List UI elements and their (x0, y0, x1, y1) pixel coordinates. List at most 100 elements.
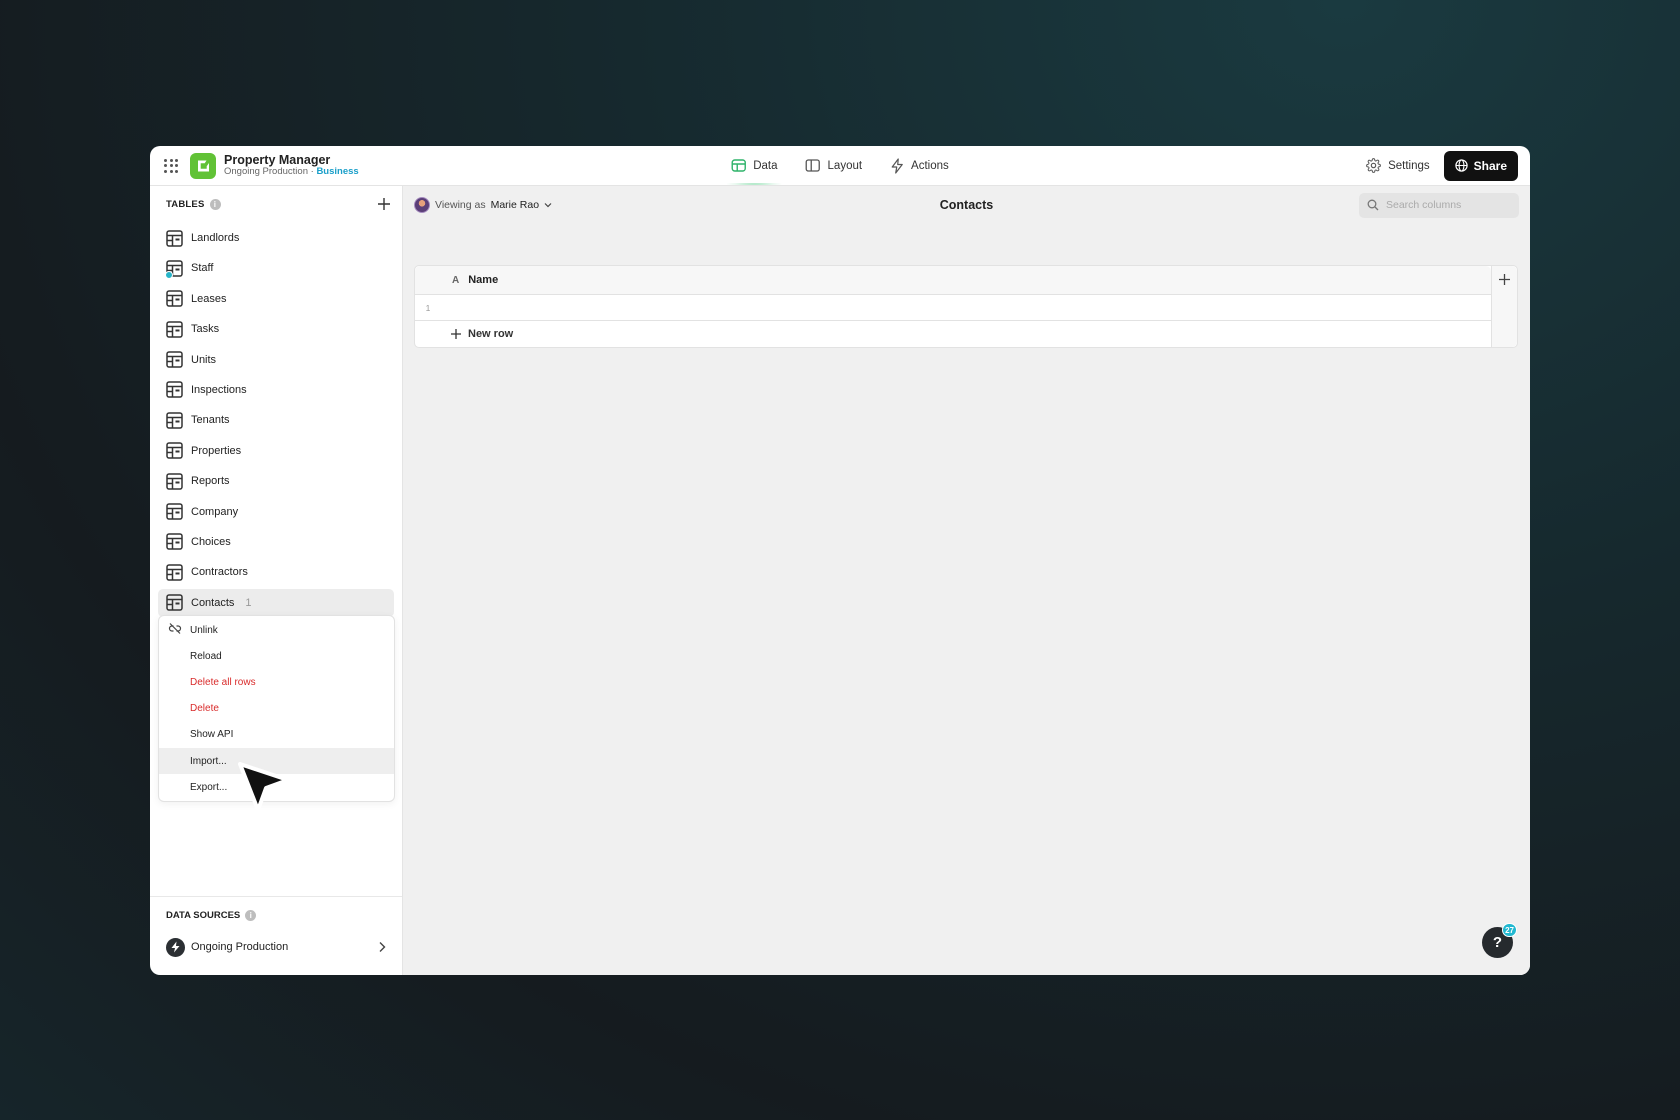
app-name: Property Manager (224, 152, 331, 167)
tab-data[interactable]: Data (725, 146, 784, 185)
menu-item-label: Show API (190, 729, 234, 741)
tables-header: TABLES i (150, 186, 402, 222)
table-icon (166, 351, 183, 368)
share-label: Share (1473, 158, 1507, 173)
top-right-controls: Settings Share (1366, 150, 1518, 181)
sidebar-item-choices[interactable]: Choices (158, 528, 394, 556)
sidebar: TABLES i Landlords Staff Leases Tasks Units I… (150, 186, 403, 975)
menu-item-delete-all-rows[interactable]: Delete all rows (159, 669, 394, 695)
app-body: TABLES i Landlords Staff Leases Tasks Units I… (150, 186, 1530, 975)
sidebar-item-inspections[interactable]: Inspections (158, 376, 394, 404)
sidebar-item-reports[interactable]: Reports (158, 467, 394, 495)
app-title: Property Manager Ongoing Production · Bu… (224, 153, 359, 178)
menu-item-label: Import... (190, 755, 227, 767)
viewing-user: Marie Rao (490, 199, 540, 211)
tab-data-label: Data (753, 159, 778, 172)
tab-actions[interactable]: Actions (890, 146, 949, 185)
sidebar-item-leases[interactable]: Leases (158, 285, 394, 313)
sidebar-item-label: Leases (191, 292, 227, 305)
add-table-button[interactable] (374, 194, 394, 214)
sidebar-item-tasks[interactable]: Tasks (158, 315, 394, 343)
search-columns-input[interactable] (1386, 199, 1506, 211)
app-subtitle: Ongoing Production · Business (224, 166, 359, 178)
data-source-label: Ongoing Production (191, 941, 289, 953)
data-sources-heading-label: DATA SOURCES (166, 910, 241, 921)
new-row-button[interactable]: New row (415, 321, 1491, 347)
data-sources-heading: DATA SOURCES i (166, 897, 386, 934)
add-column-button[interactable] (1491, 266, 1517, 347)
settings-label: Settings (1388, 159, 1430, 172)
tab-layout-label: Layout (827, 159, 863, 172)
sidebar-item-contractors[interactable]: Contractors (158, 558, 394, 586)
table-icon (166, 412, 183, 429)
data-grid-wrapper: A Name 1 New row (414, 265, 1518, 348)
sidebar-item-label: Choices (191, 535, 231, 548)
data-grid: A Name 1 New row (414, 265, 1518, 348)
gear-icon (1366, 158, 1381, 173)
menu-item-label: Delete (190, 703, 219, 715)
table-icon (166, 290, 183, 308)
info-icon[interactable]: i (245, 910, 257, 921)
info-icon[interactable]: i (209, 198, 221, 210)
sync-badge-icon (165, 270, 173, 279)
tables-heading: TABLES i (166, 198, 221, 210)
plus-icon (1499, 274, 1510, 285)
table-icon (166, 381, 183, 399)
sidebar-item-landlords[interactable]: Landlords (158, 224, 394, 252)
main-panel: Viewing as Marie Rao Contacts A Name (403, 186, 1530, 975)
menu-item-label: Reload (190, 650, 222, 662)
chevron-right-icon (379, 942, 386, 952)
sidebar-item-label: Inspections (191, 383, 247, 396)
search-icon (1367, 199, 1379, 211)
data-sources-section: DATA SOURCES i Ongoing Production (150, 896, 402, 975)
tab-layout[interactable]: Layout (805, 146, 863, 185)
menu-item-import[interactable]: Import... (159, 747, 394, 775)
column-header-name[interactable]: A Name (415, 274, 498, 286)
row-number: 1 (425, 302, 431, 313)
app-subtitle-separator: · (310, 166, 314, 178)
menu-item-show-api[interactable]: Show API (159, 722, 394, 748)
app-logo-icon (190, 152, 216, 179)
menu-item-label: Unlink (190, 624, 218, 636)
sidebar-item-label: Properties (191, 444, 242, 457)
settings-button[interactable]: Settings (1366, 158, 1430, 173)
layout-icon (805, 159, 821, 172)
table-icon (166, 472, 183, 490)
menu-item-delete[interactable]: Delete (159, 696, 394, 722)
menu-item-reload[interactable]: Reload (159, 643, 394, 669)
menu-item-unlink[interactable]: Unlink (159, 617, 394, 643)
menu-item-export[interactable]: Export... (159, 774, 394, 800)
page-title: Contacts (939, 198, 994, 212)
tab-actions-label: Actions (911, 159, 949, 172)
apps-grid-icon[interactable] (162, 157, 180, 175)
column-header-label: Name (468, 274, 499, 286)
sidebar-item-contacts[interactable]: Contacts 1 (158, 588, 394, 617)
help-button[interactable]: ? 27 (1482, 923, 1517, 958)
data-source-bolt-icon (166, 937, 185, 957)
avatar (414, 197, 430, 213)
sidebar-item-properties[interactable]: Properties (158, 437, 394, 465)
table-icon (166, 442, 183, 459)
data-source-item[interactable]: Ongoing Production (166, 934, 386, 960)
table-icon (166, 564, 183, 581)
menu-item-label: Export... (190, 781, 228, 793)
top-bar: Property Manager Ongoing Production · Bu… (150, 146, 1530, 186)
unlink-icon (168, 623, 182, 638)
share-button[interactable]: Share (1443, 150, 1518, 181)
table-context-menu: Unlink Reload Delete all rows Delete Show AP… (158, 615, 395, 803)
tables-heading-label: TABLES (166, 198, 205, 210)
table-icon (166, 533, 183, 551)
plus-icon (378, 198, 390, 210)
sidebar-item-staff[interactable]: Staff (158, 254, 394, 282)
sidebar-item-company[interactable]: Company (158, 498, 394, 526)
table-icon (166, 503, 183, 520)
help-icon: ? (1492, 934, 1503, 951)
viewing-as-selector[interactable]: Viewing as Marie Rao (414, 197, 552, 213)
bolt-icon (891, 157, 903, 174)
sidebar-item-label: Landlords (191, 232, 240, 244)
main-header: Viewing as Marie Rao Contacts (403, 186, 1530, 224)
sidebar-item-units[interactable]: Units (158, 346, 394, 374)
table-row[interactable]: 1 (415, 295, 1491, 321)
app-environment: Ongoing Production (224, 166, 308, 178)
sidebar-item-tenants[interactable]: Tenants (158, 406, 394, 434)
